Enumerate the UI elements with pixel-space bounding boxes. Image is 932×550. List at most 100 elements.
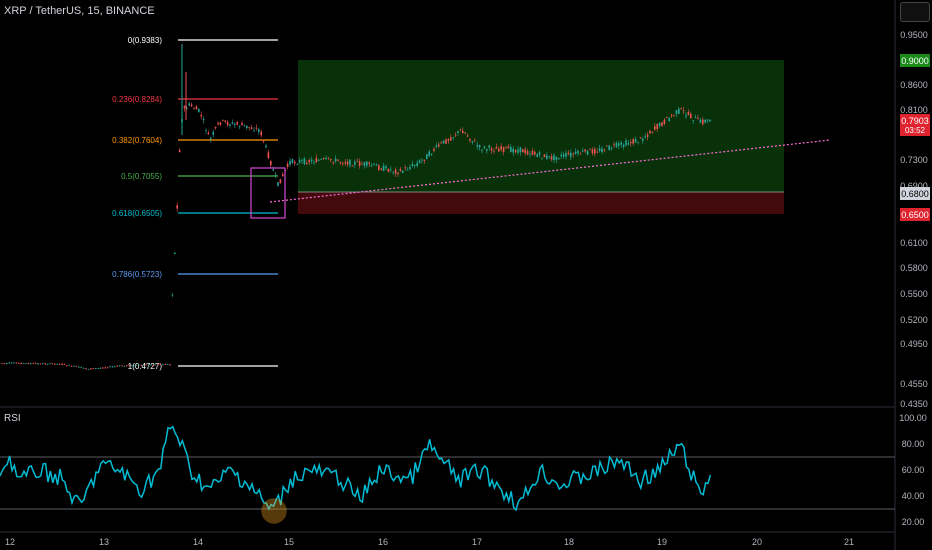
candle-body	[651, 131, 654, 133]
loss-zone[interactable]	[298, 192, 784, 214]
candle-body	[565, 153, 567, 157]
candle-body	[116, 365, 118, 367]
candle-body	[152, 365, 154, 367]
time-tick-label: 16	[378, 537, 388, 547]
symbol-title[interactable]: XRP / TetherUS, 15, BINANCE	[4, 5, 155, 17]
candle-body	[49, 363, 51, 364]
fib-level-label: 0.236(0.8284)	[112, 95, 162, 104]
candle-body	[301, 159, 303, 161]
candle-body	[666, 116, 668, 119]
candle-body	[178, 149, 181, 153]
candle-body	[214, 127, 217, 129]
candle-body	[344, 162, 346, 164]
candle-body	[51, 363, 54, 365]
candle-body	[390, 169, 392, 171]
candle-body	[543, 154, 546, 158]
candle-body	[426, 154, 428, 160]
candle-body	[87, 368, 90, 370]
candle-body	[37, 363, 39, 365]
price-tick-label: 0.9500	[900, 30, 928, 40]
candle-body	[702, 119, 704, 125]
candle-body	[562, 154, 565, 157]
chart-settings-button[interactable]	[900, 2, 930, 22]
candle-body	[502, 147, 505, 152]
candle-body	[1, 363, 3, 364]
rsi-indicator-label[interactable]: RSI	[4, 413, 21, 424]
candle-body	[205, 130, 207, 132]
candle-body	[277, 182, 279, 186]
candle-body	[541, 157, 543, 159]
candle-body	[25, 363, 27, 365]
entry-price: 0.6800	[901, 189, 929, 199]
price-tick-label: 0.4950	[900, 339, 928, 349]
candle-body	[589, 149, 591, 151]
candle-body	[658, 123, 661, 126]
candle-body	[219, 122, 222, 125]
candle-body	[560, 154, 562, 157]
candle-body	[241, 123, 243, 126]
candle-body	[243, 124, 246, 126]
candle-body	[140, 365, 142, 366]
candle-body	[524, 149, 526, 154]
candle-body	[416, 162, 418, 166]
candle-body	[349, 159, 351, 166]
candle-body	[20, 362, 22, 365]
candle-body	[488, 145, 490, 148]
price-tick-label: 0.4350	[900, 399, 928, 409]
candle-body	[490, 148, 493, 151]
candle-body	[361, 163, 363, 165]
candle-body	[706, 119, 709, 121]
candle-body	[157, 363, 159, 365]
candle-body	[481, 150, 483, 151]
candle-body	[498, 148, 500, 152]
candle-body	[507, 146, 510, 149]
candle-body	[598, 148, 601, 151]
candle-body	[661, 122, 663, 126]
price-tick-label: 0.7300	[900, 155, 928, 165]
candle-body	[46, 364, 49, 366]
candle-body	[601, 148, 603, 153]
candle-body	[373, 163, 375, 165]
candle-body	[332, 162, 334, 164]
candle-body	[121, 365, 123, 367]
fib-level-label: 1(0.4727)	[128, 362, 163, 371]
fib-level-label: 0.786(0.5723)	[112, 270, 162, 279]
candle-body	[193, 108, 195, 110]
candle-body	[313, 162, 315, 164]
candle-body	[166, 364, 169, 366]
time-tick-label: 20	[752, 537, 762, 547]
stop-price: 0.6500	[901, 210, 929, 220]
candle-body	[176, 205, 178, 209]
candle-body	[174, 252, 176, 254]
candle-body	[15, 362, 18, 364]
candle-body	[697, 117, 699, 120]
candle-body	[411, 163, 414, 167]
candle-body	[258, 129, 260, 132]
trading-chart[interactable]: 0(0.9383) 0.236(0.8284) 0.382(0.7604) 0.5(0…	[0, 0, 932, 550]
price-tick-label: 0.6100	[900, 238, 928, 248]
candle-body	[234, 123, 236, 125]
candle-body	[505, 146, 507, 148]
candle-body	[418, 160, 421, 163]
candle-body	[169, 364, 171, 366]
time-tick-label: 14	[193, 537, 203, 547]
candle-body	[558, 158, 560, 160]
rsi-oversold-circle[interactable]	[261, 498, 287, 524]
time-tick-label: 13	[99, 537, 109, 547]
candle-body	[128, 365, 130, 367]
candle-body	[118, 365, 121, 367]
candle-body	[685, 115, 687, 117]
candle-body	[627, 143, 630, 145]
candle-body	[591, 149, 594, 154]
candle-body	[231, 122, 234, 124]
candle-body	[387, 168, 390, 172]
candle-body	[150, 364, 152, 366]
candle-body	[82, 367, 85, 369]
fib-level-label: 0.5(0.7055)	[121, 172, 162, 181]
candle-body	[642, 138, 644, 141]
candle-body	[327, 157, 330, 159]
candle-body	[630, 142, 632, 144]
candle-body	[606, 145, 608, 147]
candle-body	[154, 364, 157, 366]
rsi-tick-label: 20.00	[902, 517, 925, 527]
